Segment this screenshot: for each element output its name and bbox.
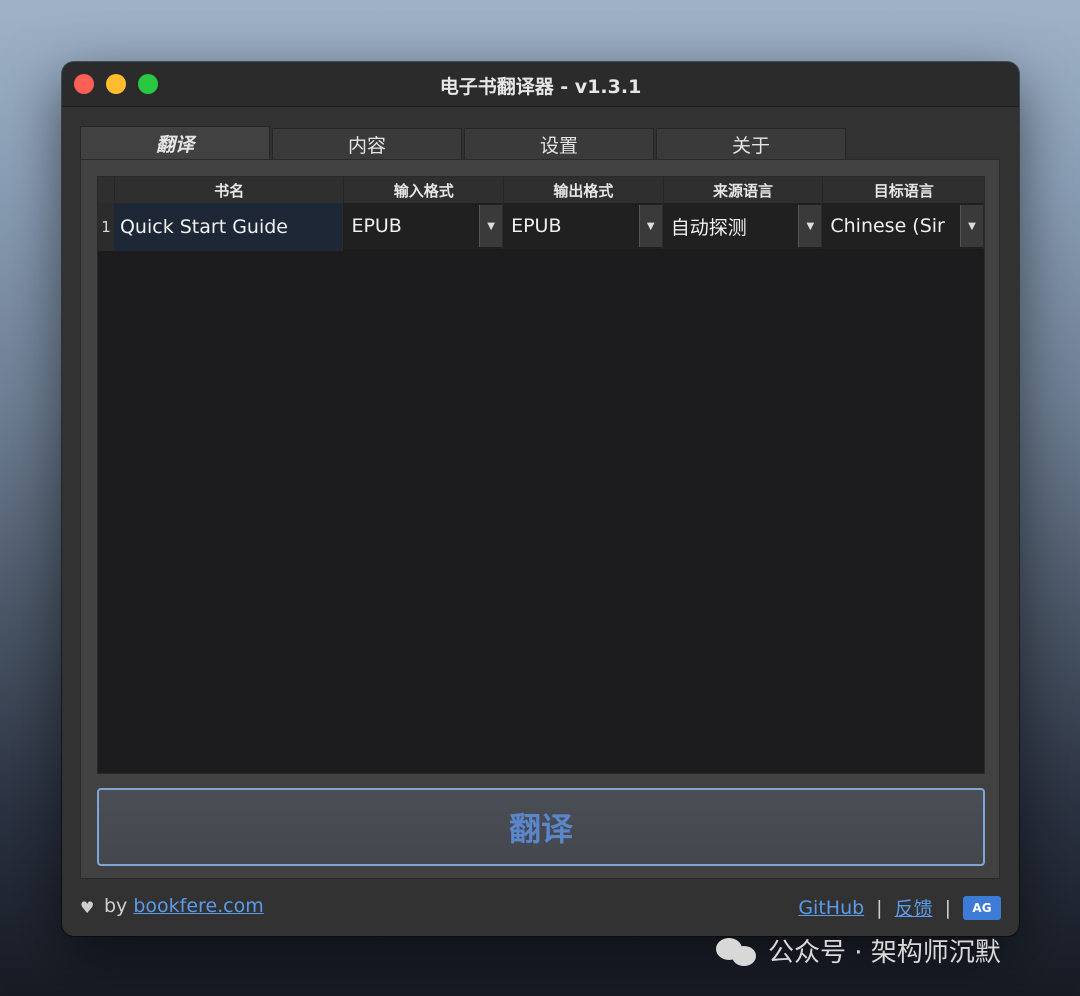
translate-button[interactable]: 翻译	[97, 788, 985, 866]
tab-translate[interactable]: 翻译	[80, 126, 270, 160]
row-number: 1	[98, 203, 114, 251]
book-name-cell[interactable]: Quick Start Guide	[113, 203, 344, 251]
output-format-value: EPUB	[511, 215, 562, 237]
separator: |	[876, 896, 883, 919]
column-header-name[interactable]: 书名	[113, 177, 343, 203]
source-language-select[interactable]: 自动探测 ▼	[662, 203, 823, 249]
app-window: 电子书翻译器 - v1.3.1 翻译 内容 设置 关于 书名 输入格式 输出格式…	[62, 62, 1019, 936]
output-format-select[interactable]: EPUB ▼	[503, 203, 663, 249]
target-language-value: Chinese (Sir	[830, 215, 945, 237]
tab-settings[interactable]: 设置	[464, 128, 654, 160]
github-link[interactable]: GitHub	[798, 897, 864, 919]
column-header-input-format[interactable]: 输入格式	[343, 177, 503, 203]
source-language-value: 自动探测	[670, 216, 747, 239]
chevron-down-icon[interactable]: ▼	[479, 205, 503, 247]
heart-icon: ♥	[80, 898, 95, 917]
watermark: 公众号 · 架构师沉默	[716, 932, 1001, 969]
book-table: 书名 输入格式 输出格式 来源语言 目标语言 1 Quick Start Gui…	[97, 176, 985, 774]
column-header-source-language[interactable]: 来源语言	[662, 177, 823, 203]
separator: |	[944, 896, 951, 919]
tab-bar: 翻译 内容 设置 关于	[80, 126, 848, 160]
watermark-text: 公众号 · 架构师沉默	[768, 938, 1001, 968]
tab-about[interactable]: 关于	[656, 128, 846, 160]
translate-panel: 书名 输入格式 输出格式 来源语言 目标语言 1 Quick Start Gui…	[80, 159, 1000, 879]
translate-icon[interactable]: AG	[963, 895, 1001, 920]
table-header: 书名 输入格式 输出格式 来源语言 目标语言	[98, 177, 984, 204]
input-format-value: EPUB	[351, 215, 402, 237]
wechat-icon	[716, 936, 756, 966]
row-number-header	[98, 177, 114, 203]
chevron-down-icon[interactable]: ▼	[798, 205, 822, 247]
credit-text: by bookfere.com	[104, 895, 264, 917]
chevron-down-icon[interactable]: ▼	[638, 205, 662, 247]
column-header-output-format[interactable]: 输出格式	[503, 177, 663, 203]
bookfere-link[interactable]: bookfere.com	[133, 895, 263, 917]
title-bar: 电子书翻译器 - v1.3.1	[62, 62, 1019, 107]
chevron-down-icon[interactable]: ▼	[960, 205, 983, 247]
input-format-select[interactable]: EPUB ▼	[343, 203, 504, 249]
table-row[interactable]: 1 Quick Start Guide EPUB ▼ EPUB ▼ 自动探测 ▼…	[98, 203, 984, 251]
column-header-target-language[interactable]: 目标语言	[822, 177, 984, 203]
window-title: 电子书翻译器 - v1.3.1	[439, 76, 642, 98]
target-language-select[interactable]: Chinese (Sir ▼	[822, 203, 984, 249]
feedback-link[interactable]: 反馈	[895, 894, 933, 921]
by-label: by	[104, 895, 128, 917]
footer: ♥ by bookfere.com GitHub | 反馈 | AG	[62, 886, 1019, 926]
footer-links: GitHub | 反馈 | AG	[798, 894, 1001, 921]
tab-content[interactable]: 内容	[272, 128, 462, 160]
